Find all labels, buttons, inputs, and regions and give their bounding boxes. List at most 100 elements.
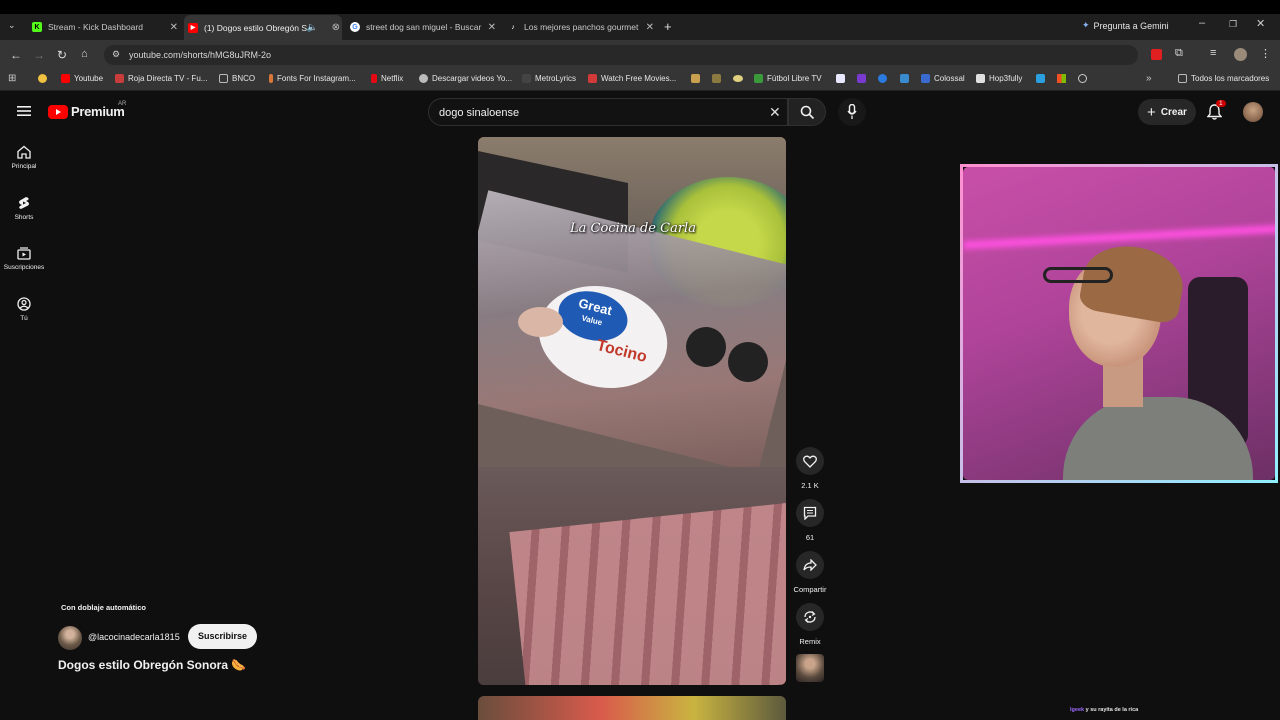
search-button[interactable] (788, 98, 826, 126)
bookmark-icon[interactable] (1036, 74, 1045, 83)
browser-menu-icon[interactable]: ⋮ (1260, 47, 1271, 60)
site-info-icon[interactable]: ⚙ (112, 49, 120, 60)
apps-icon[interactable]: ⊞ (8, 73, 16, 84)
notifications-button[interactable]: 1 (1206, 100, 1226, 125)
tab-title: (1) Dogos estilo Obregón S (204, 22, 307, 33)
voice-search-button[interactable] (838, 98, 866, 126)
bookmark-fonts-instagram[interactable]: Fonts For Instagram... (269, 74, 356, 83)
address-bar[interactable]: ⚙ youtube.com/shorts/hMG8uJRM-2o (104, 45, 1138, 65)
gemini-icon: ✦ (1082, 20, 1090, 30)
speaker-icon[interactable]: 🔈 (307, 22, 318, 33)
nav-subscriptions[interactable]: Suscripciones (0, 246, 48, 271)
home-icon (17, 145, 31, 159)
nav-shorts[interactable]: Shorts (0, 196, 48, 221)
nav-label: Tú (20, 315, 28, 322)
tab-kick[interactable]: K Stream - Kick Dashboard ✕ (28, 17, 180, 37)
bookmark-label: Youtube (74, 74, 104, 83)
new-tab-icon[interactable]: + (664, 19, 672, 34)
create-label: Crear (1160, 106, 1187, 118)
channel-avatar[interactable] (58, 626, 82, 650)
hand (518, 307, 563, 337)
remix-button[interactable] (796, 603, 824, 631)
create-button[interactable]: + Crear (1138, 99, 1196, 125)
more-bookmarks-icon[interactable]: » (1146, 73, 1152, 84)
microsoft-icon[interactable] (1057, 74, 1066, 83)
bookmark-descargar-videos[interactable]: Descargar videos Yo... (419, 74, 512, 83)
folder-icon (219, 74, 228, 83)
menu-icon[interactable] (17, 104, 31, 122)
search-input[interactable]: dogo sinaloense ✕ (428, 98, 788, 126)
extension-red-icon[interactable] (1151, 49, 1162, 60)
close-tab-icon[interactable]: ✕ (170, 22, 178, 33)
channel-name[interactable]: @lacocinadecarla1815 (88, 632, 180, 642)
bookmark-icon[interactable] (712, 74, 721, 83)
glasses (1043, 267, 1113, 283)
logo-text: Premium (71, 104, 125, 119)
bookmark-icon[interactable] (836, 74, 845, 83)
youtube-logo-icon (48, 104, 68, 119)
gemini-label: Pregunta a Gemini (1093, 20, 1169, 31)
bookmark-icon[interactable] (878, 74, 887, 83)
audio-thumbnail[interactable] (796, 654, 824, 682)
bookmark-icon[interactable] (733, 75, 743, 82)
bookmark-roja-directa[interactable]: Roja Directa TV - Fu... (115, 74, 207, 83)
tab-google[interactable]: G street dog san miguel - Buscar ✕ (346, 17, 498, 37)
bookmark-colossal[interactable]: Colossal (921, 74, 965, 83)
profile-avatar[interactable] (1234, 48, 1247, 61)
restore-icon[interactable]: ❐ (1229, 19, 1237, 30)
extensions-icon[interactable]: ⧉ (1175, 47, 1183, 60)
remix-icon (804, 611, 816, 623)
bookmark-youtube[interactable]: Youtube (61, 74, 103, 83)
bookmark-bnco[interactable]: BNCO (219, 74, 255, 83)
bookmark-label: Fonts For Instagram... (277, 74, 356, 83)
share-button[interactable] (796, 551, 824, 579)
youtube-icon (61, 74, 70, 83)
clear-search-icon[interactable]: ✕ (769, 104, 781, 121)
auto-dub-label: Con doblaje automático (61, 603, 147, 612)
yahoo-icon[interactable] (857, 74, 866, 83)
youtube-premium-logo[interactable]: Premium (48, 104, 125, 119)
bookmark-metrolyrics[interactable]: MetroLyrics (522, 74, 576, 83)
home-button-icon[interactable]: ⌂ (81, 48, 88, 60)
notification-badge: 1 (1216, 100, 1226, 107)
tab-tiktok[interactable]: ♪ Los mejores panchos gourmet ✕ (504, 17, 656, 37)
tab-youtube[interactable]: ▶ (1) Dogos estilo Obregón S 🔈 ⊗ (184, 15, 342, 40)
video-title[interactable]: Dogos estilo Obregón Sonora 🌭 (58, 658, 246, 672)
close-tab-icon[interactable]: ✕ (646, 22, 654, 33)
account-avatar[interactable] (1243, 102, 1263, 122)
tab-search-icon[interactable]: ⌄ (8, 20, 16, 31)
bookmark-watch-free-movies[interactable]: Watch Free Movies... (588, 74, 676, 83)
bookmark-icon (419, 74, 428, 83)
bookmark-netflix[interactable]: Netflix (371, 74, 403, 83)
gemini-button[interactable]: ✦ Pregunta a Gemini (1082, 20, 1169, 31)
close-window-icon[interactable]: ✕ (1256, 17, 1265, 30)
globe-icon[interactable] (1078, 74, 1087, 83)
comments-button[interactable] (796, 499, 824, 527)
bookmark-futbol-libre[interactable]: Fútbol Libre TV (754, 74, 822, 83)
close-tab-icon[interactable]: ✕ (488, 22, 496, 33)
bookmark-icon[interactable] (900, 74, 909, 83)
nav-home[interactable]: Principal (0, 145, 48, 170)
media-control-icon[interactable]: ≡ (1210, 47, 1216, 59)
like-button[interactable] (796, 447, 824, 475)
forward-icon[interactable]: → (33, 48, 45, 62)
bookmark-label: Fútbol Libre TV (767, 74, 822, 83)
search-query: dogo sinaloense (439, 107, 520, 119)
bookmark-label: MetroLyrics (535, 74, 577, 83)
minimize-icon[interactable]: – (1199, 17, 1205, 29)
window-top-bar (0, 0, 1280, 14)
chat-ticker: lgeek y su rayita de la rica (1070, 707, 1138, 713)
all-bookmarks-folder[interactable]: Todos los marcadores (1178, 74, 1269, 83)
nav-you[interactable]: Tú (0, 297, 48, 322)
ticker-message: y su rayita de la rica (1085, 707, 1139, 713)
kick-icon: K (32, 22, 42, 32)
close-tab-icon[interactable]: ⊗ (332, 22, 340, 33)
emoji-bookmark-icon[interactable] (38, 74, 47, 83)
reload-icon[interactable]: ↻ (57, 48, 67, 62)
subscribe-button[interactable]: Suscribirse (188, 624, 257, 649)
bookmark-icon[interactable] (691, 74, 700, 83)
shorts-video-player[interactable]: Great Value Tocino La Cocina de Carla (478, 137, 786, 685)
bookmark-hop3fully[interactable]: Hop3fully (976, 74, 1022, 83)
next-short-preview[interactable] (478, 696, 786, 720)
back-icon[interactable]: ← (10, 48, 22, 62)
